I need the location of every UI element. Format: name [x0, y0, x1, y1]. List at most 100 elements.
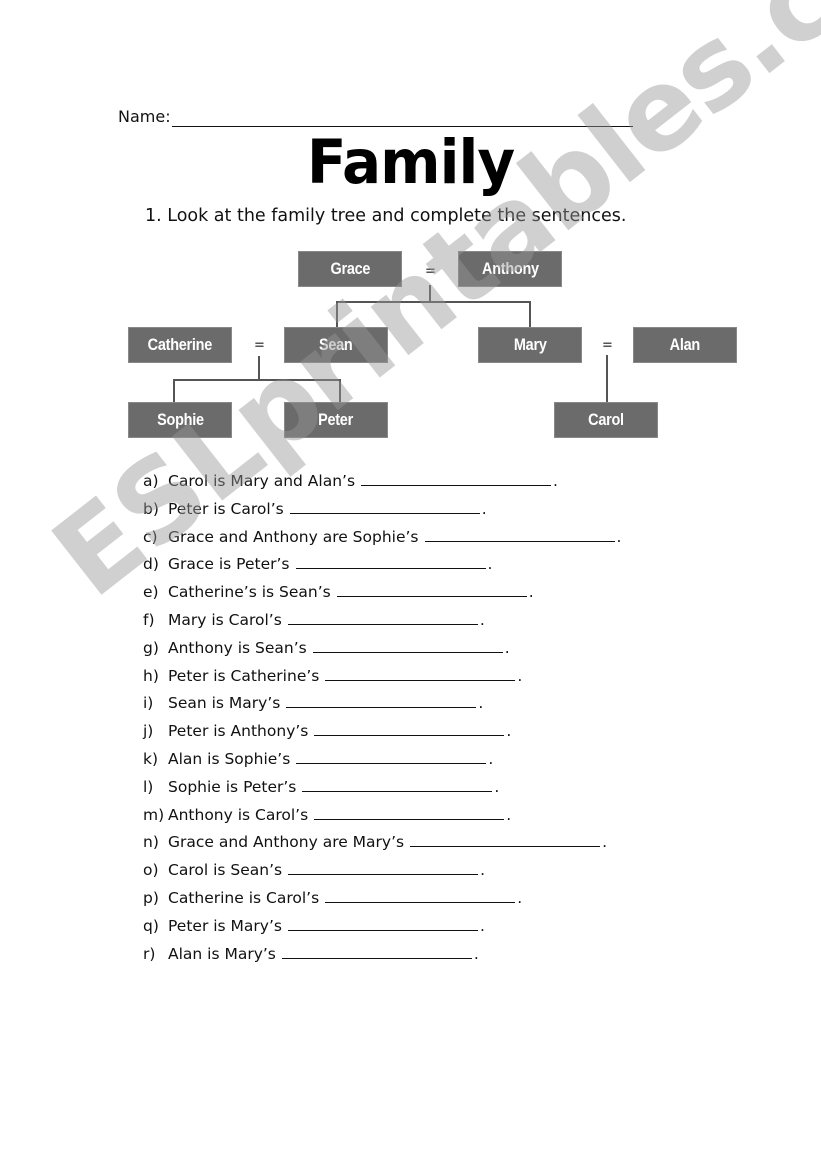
answer-blank[interactable] [424, 540, 615, 542]
question-text: Peter is Catherine’s [168, 666, 320, 685]
sentence-period: . [478, 694, 484, 713]
node-label: Sean [319, 335, 353, 354]
question-text: Peter is Anthony’s [168, 722, 309, 741]
answer-blank[interactable] [287, 929, 478, 931]
sentence-period: . [487, 555, 493, 574]
question-item: i) Sean is Mary’s. [143, 694, 483, 712]
question-text: Alan is Sophie’s [168, 750, 291, 768]
question-item: a) Carol is Mary and Alan’s. [143, 472, 558, 490]
answer-blank[interactable] [281, 957, 472, 959]
question-label: c) [143, 527, 158, 546]
question-label: h) [143, 666, 159, 685]
question-item: o) Carol is Sean’s. [143, 861, 485, 879]
node-label: Alan [669, 335, 701, 354]
question-text: Carol is Mary and Alan’s [168, 472, 356, 490]
question-item: f) Mary is Carol’s. [143, 611, 485, 629]
sentence-period: . [488, 750, 494, 768]
answer-blank[interactable] [295, 567, 486, 570]
question-text: Catherine is Carol’s [168, 889, 320, 907]
question-item: r) Alan is Mary’s. [143, 945, 479, 963]
answer-blank[interactable] [288, 873, 479, 876]
answer-blank[interactable] [410, 845, 601, 848]
marriage-symbol-mary-alan: = [602, 338, 613, 353]
question-text: Carol is Sean’s [168, 861, 283, 880]
question-label: p) [143, 889, 159, 907]
connector-to-carol [606, 355, 608, 403]
question-label: k) [143, 750, 159, 768]
tree-node-sophie: Sophie [128, 402, 232, 438]
answer-blank[interactable] [296, 762, 487, 764]
sentence-period: . [616, 527, 622, 546]
sentence-period: . [517, 666, 523, 685]
sentence-period: . [517, 889, 523, 907]
question-text: Sophie is Peter’s [168, 777, 297, 796]
marriage-symbol-catherine-sean: = [254, 338, 265, 353]
question-label: r) [143, 944, 156, 963]
instruction-text: 1. Look at the family tree and complete … [145, 206, 627, 226]
node-label: Anthony [481, 259, 539, 278]
question-item: e) Catherine’s is Sean’s. [143, 583, 534, 601]
question-label: l) [143, 777, 154, 796]
answer-blank[interactable] [314, 818, 505, 820]
question-label: m) [143, 805, 165, 824]
answer-blank[interactable] [289, 512, 480, 514]
question-label: n) [143, 833, 159, 852]
connector-to-peter [339, 379, 341, 403]
answer-blank[interactable] [286, 706, 477, 709]
answer-blank[interactable] [361, 484, 552, 486]
question-item: b) Peter is Carol’s. [143, 500, 487, 518]
tree-node-peter: Peter [284, 402, 388, 438]
sentence-period: . [504, 638, 510, 657]
tree-node-catherine: Catherine [128, 327, 232, 363]
node-label: Sophie [156, 410, 204, 429]
answer-blank[interactable] [325, 679, 516, 681]
answer-blank[interactable] [336, 595, 527, 598]
answer-blank[interactable] [287, 623, 478, 625]
connector-grace-anthony-down [429, 285, 431, 302]
connector-grandchildren-horizontal [173, 379, 340, 381]
node-label: Carol [588, 410, 624, 429]
question-item: l) Sophie is Peter’s. [143, 778, 499, 796]
name-label: Name: [118, 107, 171, 126]
question-item: m) Anthony is Carol’s. [143, 806, 511, 824]
question-label: g) [143, 638, 159, 657]
connector-catherine-sean-down [258, 356, 260, 380]
connector-to-mary [529, 301, 531, 328]
question-text: Grace and Anthony are Mary’s [168, 833, 405, 852]
question-item: g) Anthony is Sean’s. [143, 639, 510, 657]
answer-blank[interactable] [302, 790, 493, 792]
question-item: d) Grace is Peter’s. [143, 555, 492, 573]
question-item: j) Peter is Anthony’s. [143, 722, 511, 740]
connector-children-horizontal [336, 301, 530, 303]
question-text: Grace is Peter’s [168, 555, 290, 574]
question-label: q) [143, 916, 159, 935]
worksheet-title: Family [306, 126, 515, 198]
question-item: h) Peter is Catherine’s. [143, 667, 522, 685]
question-text: Sean is Mary’s [168, 694, 281, 713]
sentence-period: . [479, 611, 485, 629]
sentence-period: . [473, 944, 479, 963]
tree-node-grace: Grace [298, 251, 402, 287]
question-text: Alan is Mary’s [168, 944, 276, 963]
sentence-period: . [528, 583, 534, 602]
answer-blank[interactable] [325, 901, 516, 903]
question-item: n) Grace and Anthony are Mary’s. [143, 833, 607, 851]
question-label: b) [143, 499, 159, 518]
marriage-symbol-grace-anthony: = [425, 264, 436, 279]
answer-blank[interactable] [314, 734, 505, 737]
sentence-period: . [506, 722, 512, 741]
tree-node-anthony: Anthony [458, 251, 562, 287]
tree-node-carol: Carol [554, 402, 658, 438]
sentence-period: . [480, 861, 486, 880]
question-text: Catherine’s is Sean’s [168, 583, 331, 602]
question-label: f) [143, 611, 155, 629]
question-item: p) Catherine is Carol’s. [143, 889, 522, 907]
node-label: Catherine [147, 335, 213, 354]
answer-blank[interactable] [312, 651, 503, 653]
node-label: Grace [330, 259, 370, 278]
question-label: j) [143, 722, 154, 741]
question-text: Grace and Anthony are Sophie’s [168, 527, 419, 546]
question-label: a) [143, 472, 159, 490]
connector-to-sophie [173, 379, 175, 403]
sentence-period: . [602, 833, 608, 852]
